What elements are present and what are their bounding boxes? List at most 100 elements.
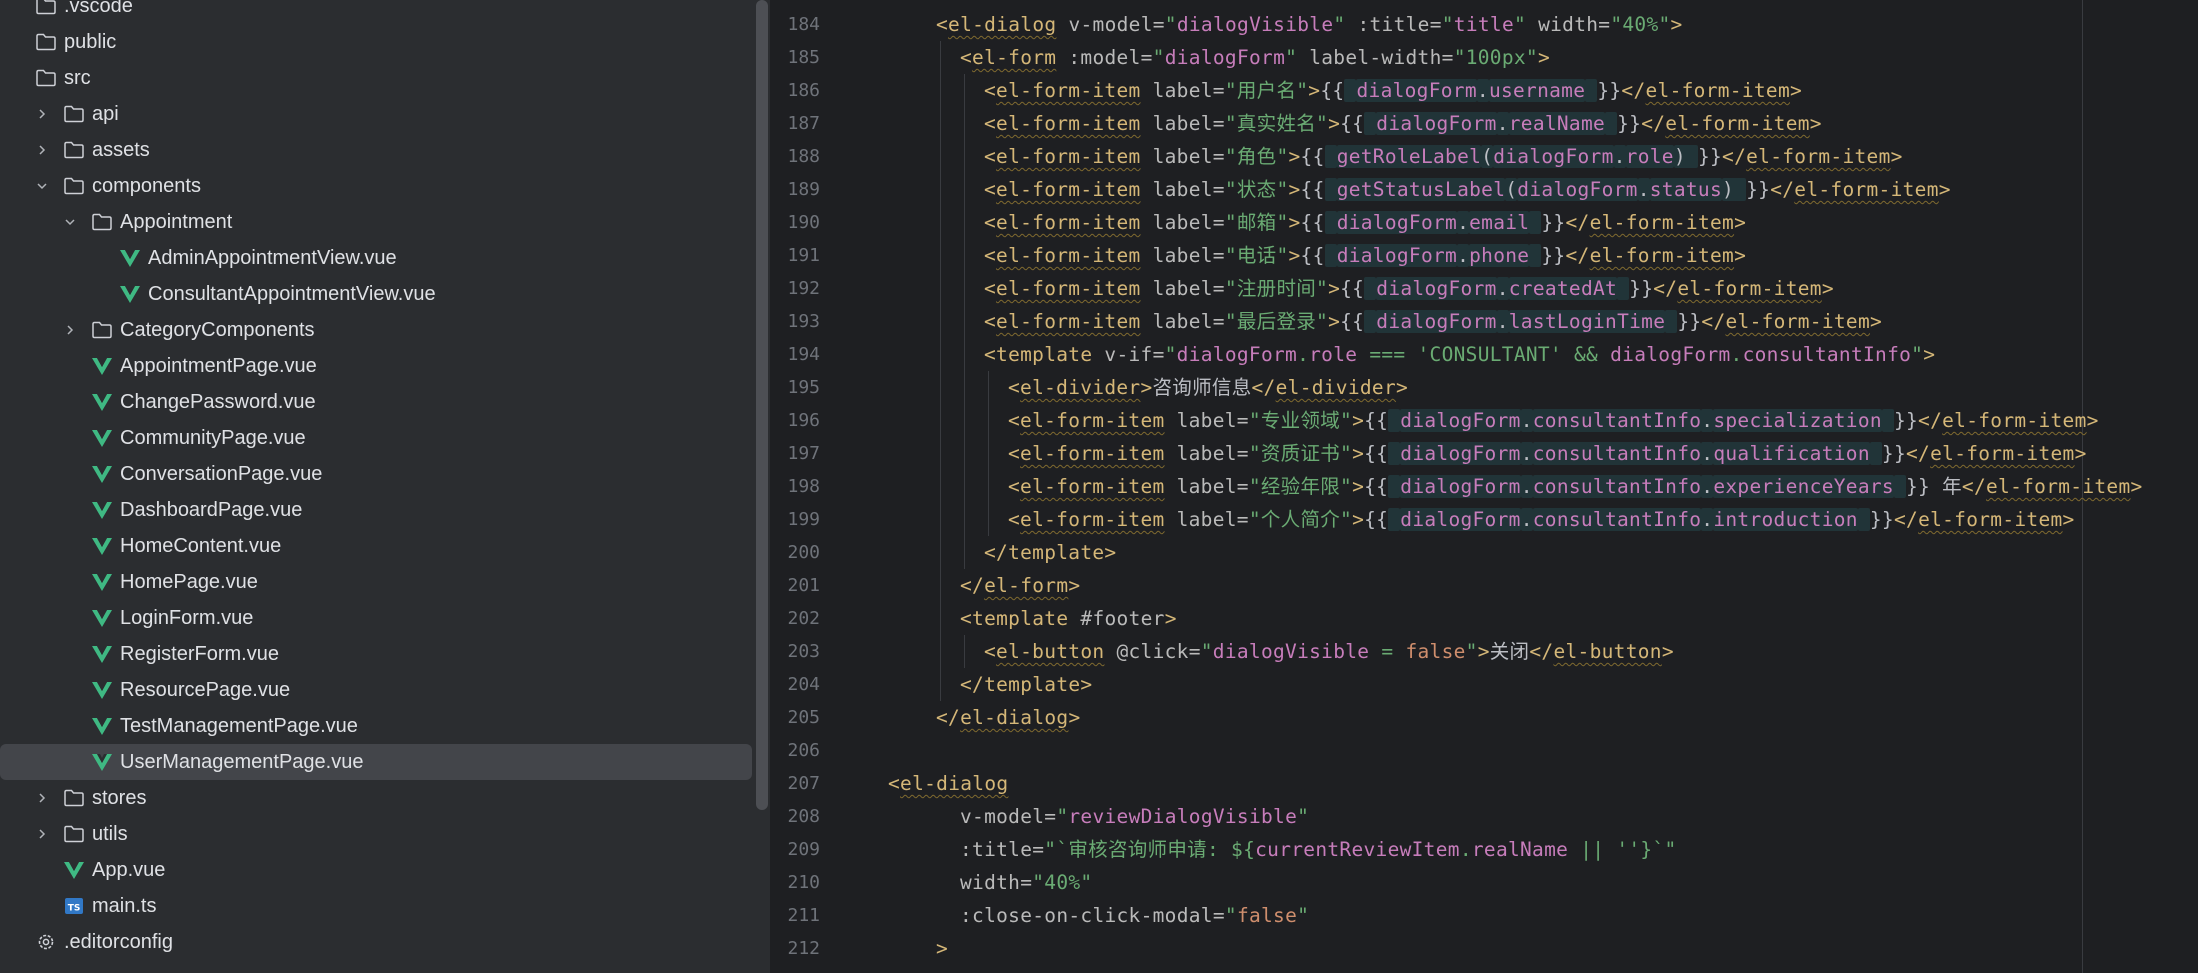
tree-item-label: AppointmentPage.vue	[120, 355, 317, 377]
tree-item[interactable]: AppointmentPage.vue	[0, 348, 752, 384]
code-token	[1344, 79, 1357, 102]
code-token	[1388, 409, 1401, 432]
tree-item[interactable]: HomePage.vue	[0, 564, 752, 600]
tree-item[interactable]: public	[0, 24, 752, 60]
chevron-right-icon[interactable]	[64, 312, 76, 348]
chevron-right-icon[interactable]	[36, 780, 48, 816]
code-line[interactable]: <el-form-item label="角色">{{ getRoleLabel…	[984, 140, 1903, 173]
chevron-right-icon[interactable]	[36, 132, 48, 168]
chevron-right-icon[interactable]	[36, 816, 48, 852]
code-token: >	[1352, 508, 1365, 531]
code-token: email	[1469, 211, 1530, 234]
tree-item[interactable]: stores	[0, 780, 752, 816]
tree-item[interactable]: ConsultantAppointmentView.vue	[0, 276, 752, 312]
code-line[interactable]: :title="`审核咨询师申请: ${currentReviewItem.re…	[960, 833, 1677, 866]
code-line[interactable]: <el-form-item label="资质证书">{{ dialogForm…	[1008, 437, 2087, 470]
code-token: "	[1224, 904, 1237, 927]
code-token: dialogForm	[1336, 211, 1458, 234]
code-token: <	[1008, 409, 1021, 432]
code-line[interactable]: <el-form-item label="电话">{{ dialogForm.p…	[984, 239, 1746, 272]
chevron-right-icon[interactable]	[36, 96, 48, 132]
code-line[interactable]: <el-divider>咨询师信息</el-divider>	[1008, 371, 1408, 404]
tree-item[interactable]: ResourcePage.vue	[0, 672, 752, 708]
code-editor[interactable]: 184 185 186 187 188 189 190 191 192 193 194 195 196 1…	[772, 0, 2198, 973]
code-line[interactable]: <el-form-item label="真实姓名">{{ dialogForm…	[984, 107, 1822, 140]
chevron-down-icon[interactable]	[36, 168, 48, 204]
vue-file-icon	[90, 462, 114, 486]
code-token: lastLoginTime	[1508, 310, 1666, 333]
code-token: label-width=	[1297, 46, 1454, 69]
code-token: .	[1297, 343, 1310, 366]
tree-item[interactable]: components	[0, 168, 752, 204]
line-number: 192	[787, 278, 820, 299]
tree-item[interactable]: .editorconfig	[0, 924, 752, 960]
code-token: dialogForm	[1400, 442, 1521, 465]
code-line[interactable]: >	[936, 932, 948, 965]
code-token: "	[1285, 46, 1298, 69]
code-token: currentReviewItem	[1255, 838, 1460, 861]
tree-item[interactable]: api	[0, 96, 752, 132]
code-token: </	[1251, 376, 1276, 399]
tree-item[interactable]: utils	[0, 816, 752, 852]
tree-item[interactable]: HomeContent.vue	[0, 528, 752, 564]
code-line[interactable]: <el-form-item label="专业领域">{{ dialogForm…	[1008, 404, 2099, 437]
tree-item[interactable]: CategoryComponents	[0, 312, 752, 348]
code-token: .	[1701, 442, 1714, 465]
project-sidebar: .vscode public src api assets components Appoi…	[0, 0, 770, 973]
code-line[interactable]: <el-form-item label="用户名">{{ dialogForm.…	[984, 74, 1802, 107]
code-line[interactable]: <el-form-item label="经验年限">{{ dialogForm…	[1008, 470, 2143, 503]
code-token: {{	[1340, 277, 1365, 300]
code-line[interactable]: <el-form-item label="邮箱">{{ dialogForm.e…	[984, 206, 1746, 239]
code-line[interactable]: v-model="reviewDialogVisible"	[960, 800, 1309, 833]
code-line[interactable]: </template>	[984, 536, 1116, 569]
code-token: el-dialog	[948, 13, 1057, 36]
tree-item[interactable]: RegisterForm.vue	[0, 636, 752, 672]
tree-item[interactable]: UserManagementPage.vue	[0, 744, 752, 780]
code-line[interactable]: </el-dialog>	[936, 701, 1081, 734]
code-line[interactable]: <el-form-item label="最后登录">{{ dialogForm…	[984, 305, 1882, 338]
code-line[interactable]: <el-button @click="dialogVisible = false…	[984, 635, 1674, 668]
code-token: specialization	[1713, 409, 1882, 432]
code-token: 咨询师信息	[1152, 376, 1252, 399]
tree-item[interactable]: Appointment	[0, 204, 752, 240]
code-line[interactable]: :close-on-click-modal="false"	[960, 899, 1309, 932]
tree-item[interactable]: src	[0, 60, 752, 96]
code-token: label=	[1140, 145, 1225, 168]
code-line[interactable]: <el-form-item label="个人简介">{{ dialogForm…	[1008, 503, 2075, 536]
code-line[interactable]: </el-form>	[960, 569, 1080, 602]
tree-item[interactable]: TS main.ts	[0, 888, 752, 924]
tree-item[interactable]: AdminAppointmentView.vue	[0, 240, 752, 276]
code-line[interactable]: <template v-if="dialogForm.role === 'CON…	[984, 338, 1935, 371]
code-token: }}	[1869, 508, 1894, 531]
tree-item[interactable]: TestManagementPage.vue	[0, 708, 752, 744]
code-line[interactable]: <el-dialog	[888, 767, 1008, 800]
code-line[interactable]: width="40%"	[960, 866, 1092, 899]
tree-item[interactable]: App.vue	[0, 852, 752, 888]
tree-item[interactable]: CommunityPage.vue	[0, 420, 752, 456]
chevron-down-icon[interactable]	[64, 204, 76, 240]
code-line[interactable]: <template #footer>	[960, 602, 1177, 635]
code-line[interactable]: <el-form :model="dialogForm" label-width…	[960, 41, 1550, 74]
code-line[interactable]: <el-form-item label="状态">{{ getStatusLab…	[984, 173, 1951, 206]
tree-item[interactable]: ChangePassword.vue	[0, 384, 752, 420]
code-token: <	[1008, 376, 1021, 399]
code-line[interactable]: </template>	[960, 668, 1092, 701]
sidebar-scrollbar[interactable]	[756, 0, 768, 810]
tree-item[interactable]: assets	[0, 132, 752, 168]
code-token: false	[1405, 640, 1466, 663]
vue-file-icon	[90, 498, 114, 522]
code-line[interactable]: <el-dialog v-model="dialogVisible" :titl…	[936, 8, 1683, 41]
line-number: 207	[787, 773, 820, 794]
tree-item[interactable]: ConversationPage.vue	[0, 456, 752, 492]
code-line[interactable]: <el-form-item label="注册时间">{{ dialogForm…	[984, 272, 1834, 305]
tree-item[interactable]: DashboardPage.vue	[0, 492, 752, 528]
code-token: label=	[1140, 244, 1225, 267]
tree-item[interactable]: .vscode	[0, 0, 752, 24]
code-token: >	[1140, 376, 1153, 399]
code-token: .	[1520, 409, 1533, 432]
code-token: <	[984, 79, 997, 102]
vue-file-icon	[118, 246, 142, 270]
code-token: >	[2130, 475, 2143, 498]
tree-item[interactable]: LoginForm.vue	[0, 600, 752, 636]
code-token: :title=	[960, 838, 1045, 861]
